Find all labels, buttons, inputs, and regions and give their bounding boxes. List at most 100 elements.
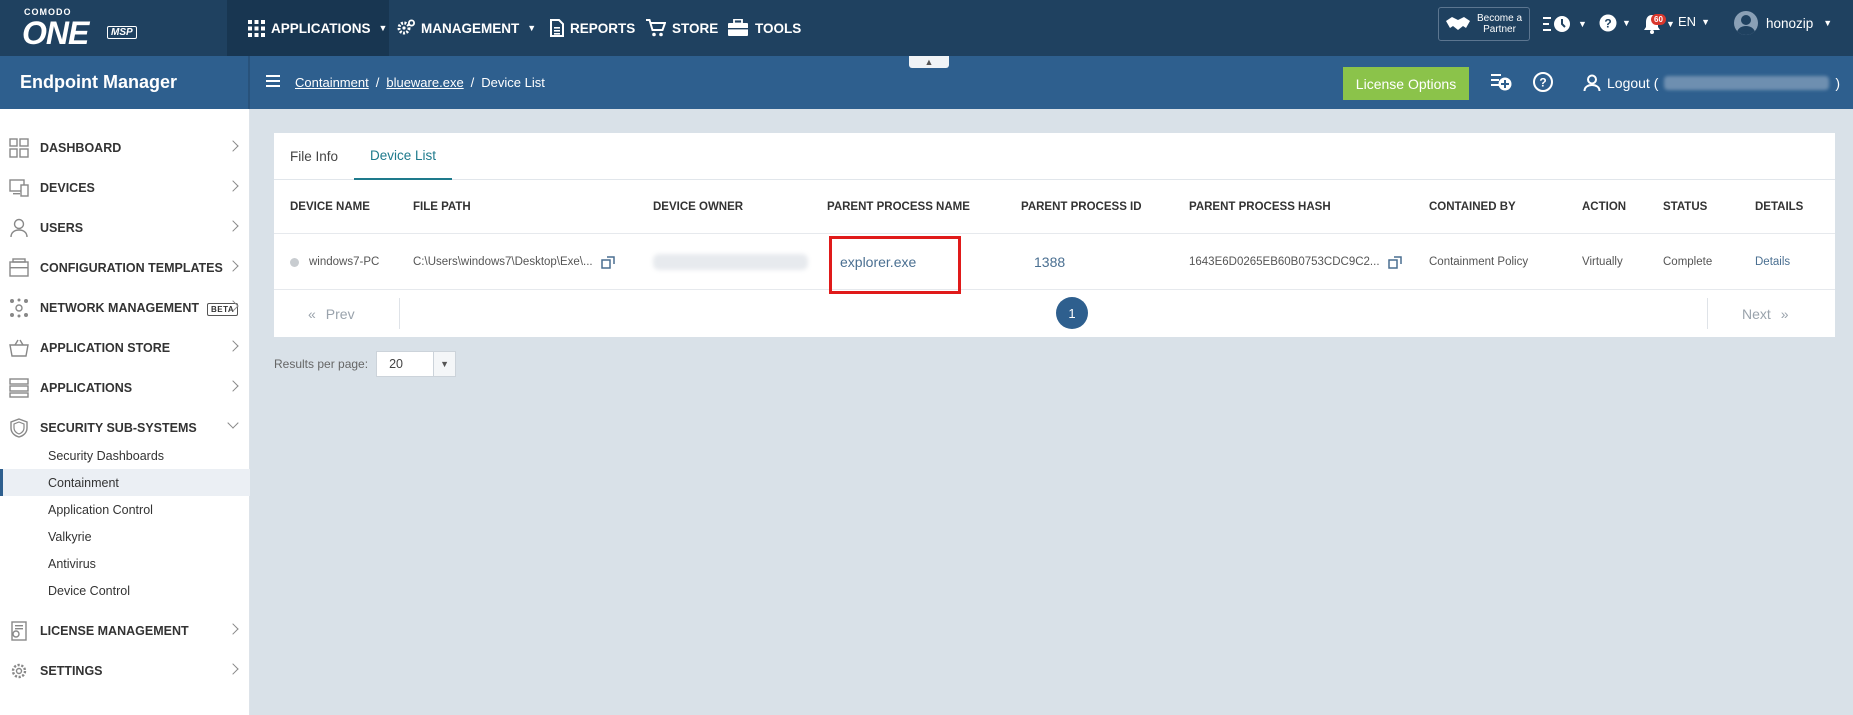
header-parent-process-id[interactable]: PARENT PROCESS ID [1021, 180, 1142, 234]
logout-label: Logout ( [1607, 74, 1659, 91]
highlight-box [829, 236, 961, 294]
sidebar-item-license-management[interactable]: LICENSE MANAGEMENT [0, 611, 250, 651]
language-menu[interactable]: EN ▼ [1678, 14, 1710, 29]
language-label: EN [1678, 14, 1697, 29]
tab-device-list[interactable]: Device List [354, 133, 453, 180]
breadcrumb-file[interactable]: blueware.exe [386, 75, 463, 90]
header-parent-process-name[interactable]: PARENT PROCESS NAME [827, 180, 970, 234]
network-management-text: NETWORK MANAGEMENT [40, 301, 200, 315]
sidebar-item-label: SETTINGS [40, 664, 103, 678]
recent-history-menu[interactable]: ▼ [1543, 14, 1587, 34]
cell-file-path: C:\Users\windows7\Desktop\Exe\... [413, 234, 616, 290]
sidebar-item-applications[interactable]: APPLICATIONS [0, 368, 250, 408]
store-basket-icon [9, 339, 29, 357]
nav-applications[interactable]: APPLICATIONS ▼ [248, 0, 387, 56]
sidebar-subitem-containment[interactable]: Containment [0, 469, 250, 496]
results-per-page-select[interactable]: 20 ▼ [376, 351, 457, 377]
chevron-right-icon [227, 380, 239, 392]
double-chevron-right-icon: » [1780, 305, 1789, 322]
device-name-text: windows7-PC [309, 256, 380, 268]
chevron-right-icon [227, 180, 239, 192]
sidebar-item-label: APPLICATIONS [40, 381, 133, 395]
add-device-icon[interactable] [1490, 71, 1512, 93]
breadcrumb-separator: / [470, 75, 475, 90]
sidebar-subitem-application-control[interactable]: Application Control [0, 496, 250, 523]
sidebar-item-configuration-templates[interactable]: CONFIGURATION TEMPLATES [0, 248, 250, 288]
chevron-down-icon: ▼ [433, 352, 456, 376]
header-device-name[interactable]: DEVICE NAME [290, 180, 370, 234]
notification-count-badge: 60 [1651, 14, 1666, 25]
sidebar-item-settings[interactable]: SETTINGS [0, 651, 250, 691]
sidebar-item-application-store[interactable]: APPLICATION STORE [0, 328, 250, 368]
sidebar-item-label: DEVICES [40, 181, 95, 195]
sidebar-subitem-security-dashboards[interactable]: Security Dashboards [0, 442, 250, 469]
tab-file-info[interactable]: File Info [290, 133, 338, 180]
header-action[interactable]: ACTION [1582, 180, 1626, 234]
sidebar-item-label: LICENSE MANAGEMENT [40, 624, 189, 638]
gear-icon [11, 663, 27, 679]
header-device-owner[interactable]: DEVICE OWNER [653, 180, 743, 234]
toolbox-icon [728, 19, 748, 36]
copy-icon[interactable] [1387, 255, 1403, 270]
chevron-down-icon [227, 417, 239, 429]
device-list-panel: File Info Device List DEVICE NAME FILE P… [274, 133, 1835, 337]
nav-tools-label: TOOLS [755, 20, 802, 36]
chevron-right-icon [227, 220, 239, 232]
sidebar-item-label: NETWORK MANAGEMENT BETA [40, 301, 239, 316]
hamburger-menu-icon[interactable] [266, 75, 280, 87]
sidebar-subitem-valkyrie[interactable]: Valkyrie [0, 523, 250, 550]
logo-one-text: ONE [22, 15, 89, 51]
help-circle-icon[interactable]: ? [1532, 71, 1554, 93]
sidebar-item-dashboard[interactable]: DASHBOARD [0, 128, 250, 168]
sidebar-item-users[interactable]: USERS [0, 208, 250, 248]
cell-parent-process-id: 1388 [1034, 234, 1065, 290]
chevron-up-icon: ▲ [924, 57, 934, 67]
pagination-divider [399, 298, 400, 329]
comodo-one-logo[interactable]: COMODO ONE MSP [22, 6, 152, 51]
license-icon [11, 621, 27, 641]
header-contained-by[interactable]: CONTAINED BY [1429, 180, 1516, 234]
copy-icon[interactable] [600, 255, 616, 270]
sidebar-subitem-device-control[interactable]: Device Control [0, 577, 250, 604]
nav-applications-label: APPLICATIONS [271, 20, 371, 36]
nav-tools[interactable]: TOOLS [727, 0, 801, 56]
page-number-current[interactable]: 1 [1056, 297, 1088, 329]
top-navbar: COMODO ONE MSP APPLICATIONS ▼ MANAGEMENT… [0, 0, 1853, 56]
license-options-button[interactable]: License Options [1343, 67, 1469, 100]
sidebar-item-network-management[interactable]: NETWORK MANAGEMENT BETA [0, 288, 250, 328]
breadcrumb-containment[interactable]: Containment [295, 75, 369, 90]
history-list-icon [1543, 16, 1570, 32]
next-label: Next [1742, 305, 1771, 322]
nav-store[interactable]: STORE [646, 0, 718, 56]
parent-process-id-link[interactable]: 1388 [1034, 254, 1065, 270]
header-file-path[interactable]: FILE PATH [413, 180, 471, 234]
logout-link[interactable]: Logout () [1583, 56, 1840, 109]
cell-contained-by: Containment Policy [1429, 256, 1529, 268]
user-menu[interactable]: honozip ▼ [1734, 11, 1832, 35]
prev-page-button[interactable]: « Prev [308, 290, 355, 337]
sidebar-subitem-antivirus[interactable]: Antivirus [0, 550, 250, 577]
logout-suffix: ) [1835, 74, 1841, 91]
chevron-down-icon: ▼ [1666, 19, 1675, 29]
header-parent-process-hash[interactable]: PARENT PROCESS HASH [1189, 180, 1331, 234]
dashboard-icon [9, 138, 29, 158]
chevron-right-icon [227, 623, 239, 635]
pagination: « Prev 1 Next » [274, 290, 1835, 337]
sidebar-item-devices[interactable]: DEVICES [0, 168, 250, 208]
help-menu[interactable]: ? ▼ [1599, 14, 1631, 32]
nav-management[interactable]: MANAGEMENT ▼ [397, 0, 536, 56]
help-icon: ? [1599, 14, 1617, 32]
chevron-down-icon: ▼ [1622, 18, 1631, 28]
report-icon [550, 19, 564, 37]
nav-reports[interactable]: REPORTS [550, 0, 635, 56]
templates-icon [9, 258, 29, 277]
parent-process-hash-text: 1643E6D0265EB60B0753CDC9C2... [1189, 256, 1380, 268]
partner-line2: Partner [1483, 24, 1516, 35]
details-link[interactable]: Details [1755, 256, 1790, 268]
collapse-header-toggle[interactable]: ▲ [909, 56, 949, 68]
header-status[interactable]: STATUS [1663, 180, 1707, 234]
become-partner-button[interactable]: Become a Partner [1438, 7, 1530, 41]
chevron-right-icon [227, 140, 239, 152]
sidebar-item-label: APPLICATION STORE [40, 341, 171, 355]
next-page-button[interactable]: Next » [1742, 290, 1789, 337]
